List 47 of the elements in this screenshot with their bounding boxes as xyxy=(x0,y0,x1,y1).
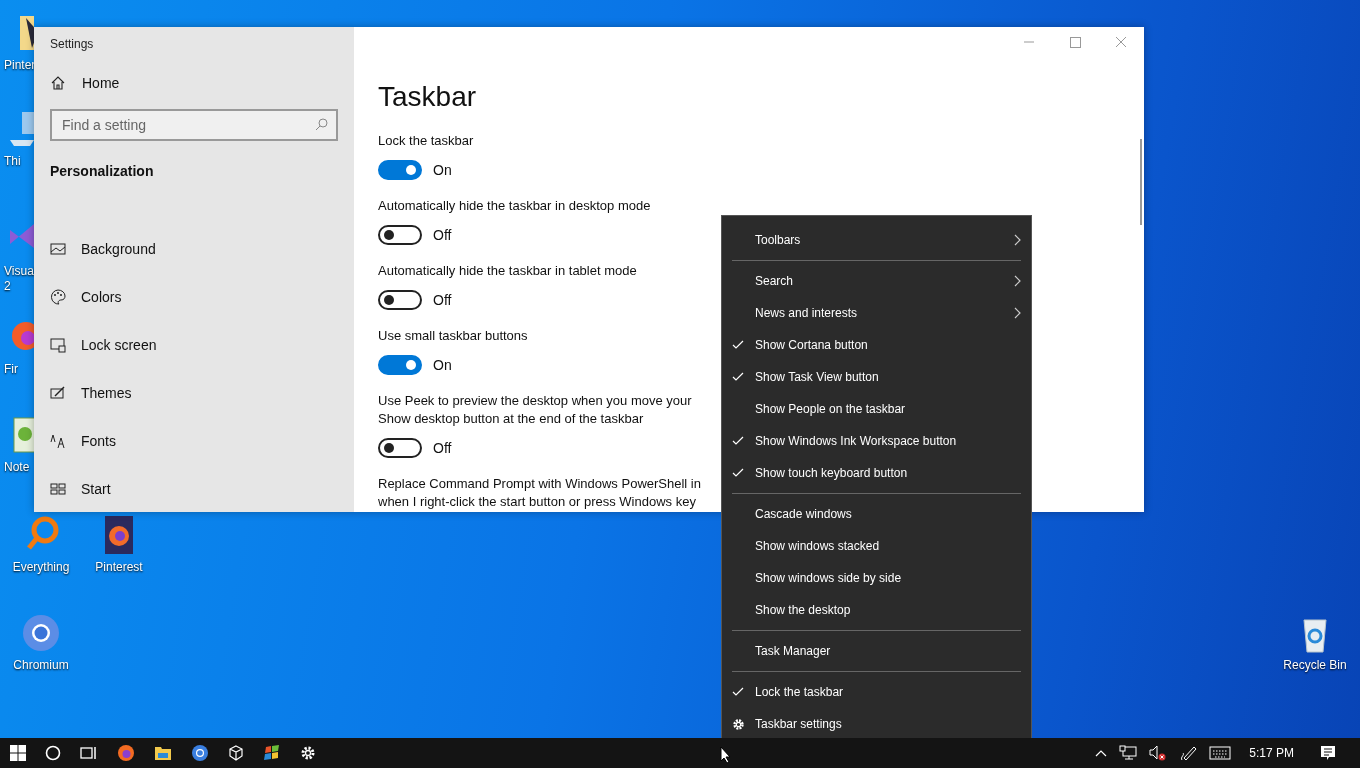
icon-label: Fir xyxy=(4,362,18,377)
clock[interactable]: 5:17 PM xyxy=(1249,746,1294,760)
setting-label: Use Peek to preview the desktop when you move your Show desktop button at the end of the taskbar xyxy=(378,392,692,428)
setting-label: Replace Command Prompt with Windows PowerShell in when I right-click the start button or press Windows key xyxy=(378,475,701,511)
window-title: Settings xyxy=(50,36,95,53)
menu-item[interactable]: Show People on the taskbar xyxy=(722,393,1031,425)
menu-item[interactable]: Taskbar settings xyxy=(722,708,1031,740)
menu-item[interactable]: Cascade windows xyxy=(722,498,1031,530)
menu-item[interactable]: Task Manager xyxy=(722,635,1031,667)
icon-label: Note xyxy=(4,460,30,475)
icon-label: Visual 2 xyxy=(4,264,37,294)
icon-label: Pinterest xyxy=(95,560,143,575)
toggle-state: Off xyxy=(433,292,452,308)
toggle-state: On xyxy=(433,162,452,178)
menu-item[interactable]: Show windows stacked xyxy=(722,530,1031,562)
menu-item[interactable]: Lock the taskbar xyxy=(722,676,1031,708)
toggle-state: Off xyxy=(433,440,452,456)
sidebar-item[interactable]: Background xyxy=(50,225,338,273)
home-link[interactable]: Home xyxy=(50,59,338,107)
setting-label: Automatically hide the taskbar in desktop mode xyxy=(378,197,651,215)
toggle-state: Off xyxy=(433,227,452,243)
menu-item[interactable]: Show Cortana button xyxy=(722,329,1031,361)
menu-item[interactable]: Search xyxy=(722,265,1031,297)
setting-label: Use small taskbar buttons xyxy=(378,327,528,345)
sidebar-item[interactable]: Lock screen xyxy=(50,321,338,369)
icon-label: Everything xyxy=(12,560,70,575)
sidebar-item[interactable]: Themes xyxy=(50,369,338,417)
search-field[interactable]: Find a setting xyxy=(50,109,338,141)
icon-label: Thi xyxy=(4,154,21,169)
menu-item[interactable]: Show touch keyboard button xyxy=(722,457,1031,489)
menu-item[interactable]: Show the desktop xyxy=(722,594,1031,626)
menu-item[interactable]: Show windows side by side xyxy=(722,562,1031,594)
sidebar-item[interactable]: Fonts xyxy=(50,417,338,465)
toggle-state: On xyxy=(433,357,452,373)
section-heading: Personalization xyxy=(50,163,155,179)
setting-label: Automatically hide the taskbar in tablet mode xyxy=(378,262,637,280)
menu-item[interactable]: News and interests xyxy=(722,297,1031,329)
menu-item[interactable]: Show Windows Ink Workspace button xyxy=(722,425,1031,457)
sidebar-item[interactable]: Colors xyxy=(50,273,338,321)
setting-label: Lock the taskbar xyxy=(378,132,474,150)
menu-item[interactable]: Show Task View button xyxy=(722,361,1031,393)
page-title: Taskbar xyxy=(378,81,478,113)
icon-label: Chromium xyxy=(13,658,69,673)
icon-label: Recycle Bin xyxy=(1283,658,1347,673)
icon-label: Pinter xyxy=(4,58,36,73)
menu-item[interactable]: Toolbars xyxy=(722,224,1031,256)
sidebar-item[interactable]: Start xyxy=(50,465,338,512)
